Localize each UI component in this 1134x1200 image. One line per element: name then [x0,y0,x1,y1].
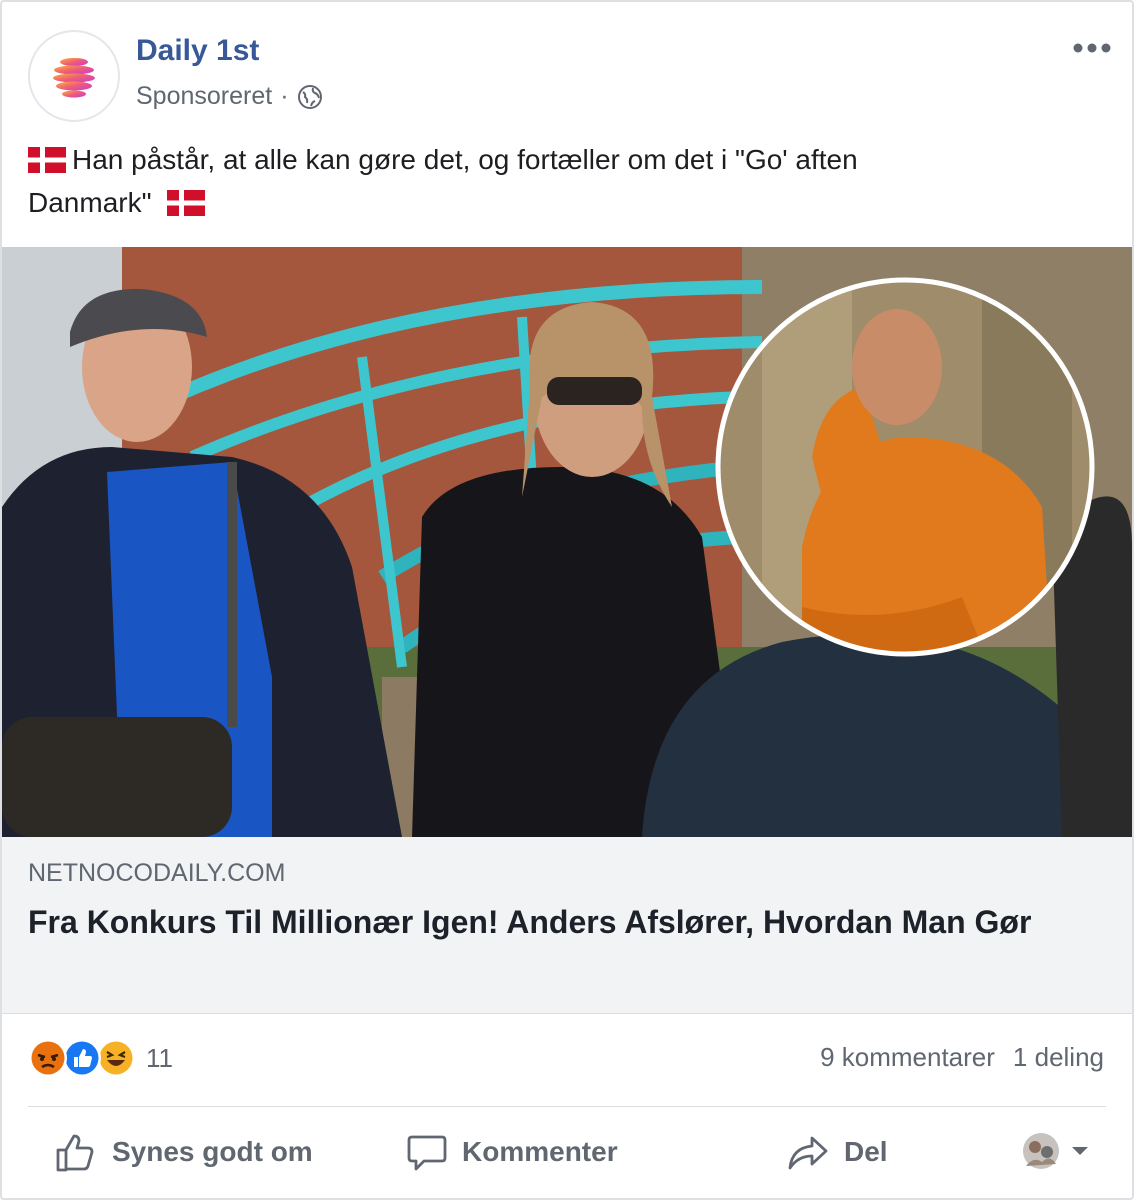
engagement-stats: 9 kommentarer 1 deling [820,1042,1104,1073]
comment-icon [407,1135,447,1171]
link-preview-image[interactable] [2,247,1132,837]
share-label: Del [844,1136,888,1167]
comment-button[interactable]: Kommenter [406,1126,618,1178]
angry-reaction-icon [29,1039,67,1077]
caret-down-icon [1072,1147,1088,1155]
globe-icon [297,84,322,109]
like-label: Synes godt om [112,1136,313,1167]
comment-label: Kommenter [462,1136,618,1167]
post-text-line1: Han påstår, at alle kan gøre det, og for… [72,144,858,175]
page-name-link[interactable]: Daily 1st [136,34,259,68]
haha-reaction-icon [97,1039,135,1077]
sponsored-label[interactable]: Sponsoreret [136,82,272,111]
share-button[interactable]: Del [786,1126,888,1178]
like-button[interactable]: Synes godt om [54,1126,313,1178]
more-dots-icon [1073,43,1111,53]
meta-separator: · [280,82,289,110]
post-text: Han påstår, at alle kan gøre det, og for… [28,138,1088,224]
reactions-summary[interactable]: 11 [28,1038,173,1078]
article-photo [2,247,1132,837]
actions-divider [28,1106,1106,1107]
thumbs-up-icon [56,1134,94,1172]
user-avatar-icon [1023,1133,1059,1169]
shares-count-link[interactable]: 1 deling [1013,1042,1104,1073]
reaction-count: 11 [146,1042,173,1073]
sponsored-post-card: Daily 1st Sponsoreret · Han påstår, at a… [0,0,1134,1200]
comments-count-link[interactable]: 9 kommentarer [820,1042,995,1073]
globe-logo-icon [53,58,95,98]
more-options-button[interactable] [1070,30,1114,66]
link-headline[interactable]: Fra Konkurs Til Millionær Igen! Anders A… [28,899,1108,945]
link-domain: NETNOCODAILY.COM [28,859,286,887]
link-preview-box[interactable]: NETNOCODAILY.COM Fra Konkurs Til Million… [2,837,1132,1014]
page-avatar[interactable] [28,30,120,122]
post-meta: Sponsoreret · [136,82,323,111]
post-text-line2: Danmark" [28,187,152,218]
denmark-flag-icon [28,147,66,173]
share-arrow-icon [788,1136,828,1170]
denmark-flag-icon [167,190,206,216]
share-as-selector[interactable] [1022,1132,1090,1170]
like-reaction-icon [63,1039,101,1077]
